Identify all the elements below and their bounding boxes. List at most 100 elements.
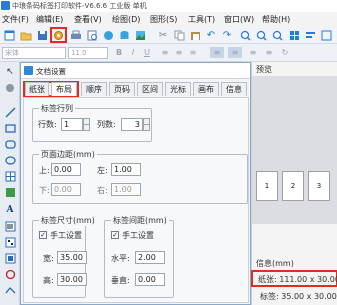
tab-canvas[interactable]: 画布	[193, 82, 219, 96]
menu-view[interactable]: 查看(V)	[74, 14, 102, 25]
align-icon[interactable]	[303, 28, 317, 42]
document-settings-icon[interactable]	[50, 27, 67, 43]
print-preview-icon[interactable]	[85, 28, 99, 42]
zoom-fit-icon[interactable]	[270, 28, 284, 42]
copy-icon[interactable]	[172, 28, 186, 42]
title-bar: 中琅条码标签打印软件-V6.6.6 工业版 单机	[0, 0, 337, 12]
menu-help[interactable]: 帮助(H)	[262, 14, 290, 25]
preview-canvas: 1 2 3	[252, 76, 337, 224]
menu-shape[interactable]: 图形(S)	[150, 14, 177, 25]
redo-icon[interactable]: ↷	[220, 28, 234, 42]
tab-layout[interactable]: 布局	[51, 82, 77, 96]
menu-tools[interactable]: 工具(T)	[188, 14, 215, 25]
window-title: 中琅条码标签打印软件-V6.6.6 工业版 单机	[12, 2, 147, 10]
tab-info[interactable]: 信息	[221, 82, 247, 96]
drawing-toolbox: ↖ A	[0, 62, 20, 305]
label-height-input[interactable]: 30.00	[57, 273, 87, 286]
font-family-select[interactable]: 宋体	[2, 47, 66, 59]
text-tool-icon[interactable]: A	[4, 204, 16, 216]
font-size-select[interactable]: 11.0	[68, 47, 108, 59]
barcode-icon[interactable]	[4, 220, 16, 232]
margin-bottom-label: 下:	[39, 186, 50, 195]
grid-icon[interactable]	[287, 28, 301, 42]
label-size-group: 标签尺寸(mm) ✓ 手工设置 宽: 35.00 高: 30.00	[32, 215, 97, 298]
cut-icon[interactable]: ✂	[156, 28, 170, 42]
more-icon[interactable]	[319, 28, 333, 42]
menu-draw[interactable]: 绘图(D)	[112, 14, 140, 25]
database-icon[interactable]	[117, 28, 131, 42]
align-right-icon[interactable]: ≡	[188, 47, 198, 58]
label-spacing-manual-label: 手工设置	[122, 231, 154, 240]
cols-spinner[interactable]	[143, 118, 150, 131]
italic-button[interactable]: I	[128, 47, 138, 58]
margin-top-input[interactable]: 0.00	[51, 163, 81, 176]
label-size-manual-label: 手工设置	[50, 231, 82, 240]
spacing-horizontal-input[interactable]: 2.00	[135, 251, 165, 264]
label-size-manual-checkbox[interactable]: ✓	[39, 231, 47, 239]
undo-icon[interactable]: ↶	[204, 28, 218, 42]
label-spacing-manual-checkbox[interactable]: ✓	[111, 231, 119, 239]
rotate-icon[interactable]: ↻	[280, 47, 290, 58]
datamatrix-icon[interactable]	[4, 252, 16, 264]
margin-left-input[interactable]: 1.00	[111, 163, 141, 176]
polyline-icon[interactable]	[4, 284, 16, 296]
rows-input[interactable]: 1	[61, 118, 83, 131]
rounded-rectangle-icon[interactable]	[4, 138, 16, 150]
app-icon	[1, 1, 10, 10]
margin-right-input[interactable]: 1.00	[111, 183, 141, 196]
text-direction-icon[interactable]: ≡	[264, 47, 274, 58]
label-height-label: 高:	[43, 276, 54, 285]
save-icon[interactable]	[35, 28, 49, 42]
menu-file[interactable]: 文件(F)	[2, 14, 29, 25]
qrcode-icon[interactable]	[4, 236, 16, 248]
zoom-in-icon[interactable]	[238, 28, 252, 42]
rectangle-icon[interactable]	[4, 122, 16, 134]
underline-button[interactable]: U	[142, 47, 152, 58]
pan-icon[interactable]	[4, 82, 16, 94]
select-pointer-icon[interactable]: ↖	[4, 66, 16, 78]
paste-icon[interactable]	[188, 28, 202, 42]
spacing-horizontal-label: 水平:	[111, 254, 130, 263]
open-icon[interactable]	[19, 28, 33, 42]
align-left-icon[interactable]: ≡	[160, 47, 170, 58]
cols-input[interactable]: 3	[121, 118, 143, 131]
dialog-title-bar: 文档设置	[21, 63, 250, 79]
new-icon[interactable]	[2, 28, 16, 42]
label-width-input[interactable]: 35.00	[57, 251, 87, 264]
bold-button[interactable]: B	[114, 47, 124, 58]
preview-label-card: 3	[308, 171, 330, 201]
zoom-out-icon[interactable]	[254, 28, 268, 42]
tab-range[interactable]: 区间	[137, 82, 163, 96]
document-settings-dialog: 文档设置 纸张 布局 顺序 页码 区间 光标 画布 信息 标签行列 行数: 1 …	[20, 62, 251, 305]
tab-page-number[interactable]: 页码	[109, 82, 135, 96]
label-size-legend: 标签尺寸(mm)	[39, 215, 97, 226]
tab-paper[interactable]: 纸张	[25, 82, 49, 96]
rows-spinner[interactable]	[83, 118, 90, 131]
text-wrap-icon[interactable]: ≡	[228, 47, 242, 58]
align-center-icon[interactable]: ≡	[174, 47, 184, 58]
image-tool-icon[interactable]	[4, 186, 16, 198]
menu-edit[interactable]: 编辑(E)	[36, 14, 63, 25]
margin-bottom-input[interactable]: 0.00	[51, 183, 81, 196]
align-justify-icon[interactable]: ≡	[210, 47, 224, 58]
ellipse-icon[interactable]	[4, 154, 16, 166]
line-spacing-icon[interactable]: ≡	[248, 47, 258, 58]
line-icon[interactable]	[4, 106, 16, 118]
label-width-label: 宽:	[43, 254, 54, 263]
menu-window[interactable]: 窗口(W)	[224, 14, 254, 25]
main-toolbar: ✂ ↶ ↷	[0, 26, 337, 44]
format-toolbar: 宋体 11.0 B I U ≡ ≡ ≡ ≡ ≡ ≡ ≡ ↻	[0, 44, 337, 62]
preview-label-card: 1	[256, 171, 278, 201]
tab-order[interactable]: 顺序	[81, 82, 107, 96]
spacing-vertical-input[interactable]: 0.00	[135, 273, 165, 286]
image-icon[interactable]	[133, 28, 147, 42]
tab-cursor[interactable]: 光标	[165, 82, 191, 96]
arc-icon[interactable]	[4, 268, 16, 280]
table-icon[interactable]	[4, 170, 16, 182]
info-panel: 信息(mm) 纸张: 111.00 x 30.00 标签: 35.00 x 30…	[251, 224, 337, 305]
preview-label: 预览	[256, 65, 272, 74]
data-source-icon[interactable]	[101, 28, 115, 42]
print-icon[interactable]	[69, 28, 83, 42]
menu-bar: 文件(F) 编辑(E) 查看(V) 绘图(D) 图形(S) 工具(T) 窗口(W…	[0, 12, 337, 26]
paper-size-info: 纸张: 111.00 x 30.00	[258, 275, 337, 284]
